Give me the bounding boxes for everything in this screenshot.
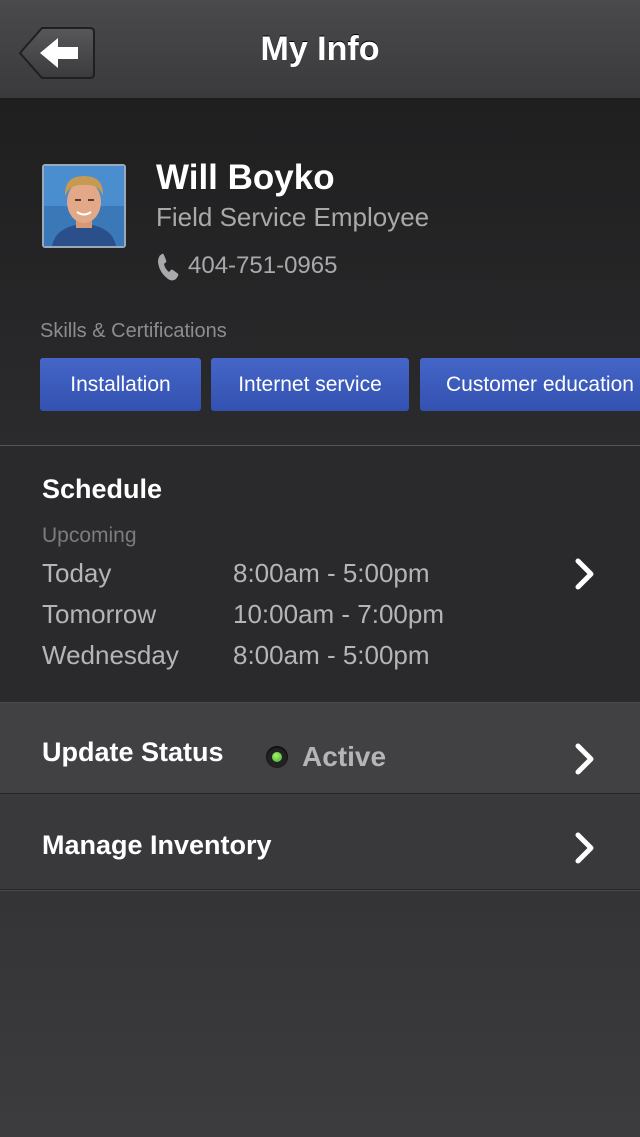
- schedule-section[interactable]: Schedule Upcoming Today 8:00am - 5:00pm …: [0, 446, 640, 702]
- status-value: Active: [302, 741, 387, 772]
- schedule-time: 10:00am - 7:00pm: [233, 599, 445, 629]
- avatar: [42, 164, 126, 248]
- schedule-title: Schedule: [42, 474, 163, 504]
- schedule-row: Wednesday 8:00am - 5:00pm: [42, 640, 602, 676]
- schedule-subtitle: Upcoming: [42, 524, 137, 547]
- schedule-row: Tomorrow 10:00am - 7:00pm: [42, 599, 602, 635]
- profile-card: Will Boyko Field Service Employee 404-75…: [0, 100, 640, 446]
- skill-chip-customer-education[interactable]: Customer education: [420, 358, 640, 411]
- schedule-day: Wednesday: [42, 640, 179, 670]
- skill-chip-installation[interactable]: Installation: [40, 358, 201, 411]
- schedule-time: 8:00am - 5:00pm: [233, 640, 430, 670]
- schedule-time: 8:00am - 5:00pm: [233, 558, 430, 588]
- empty-background: [0, 890, 640, 1137]
- chevron-right-icon: [574, 832, 596, 864]
- nav-bar: My Info: [0, 0, 640, 100]
- update-status-label: Update Status: [42, 737, 224, 767]
- manage-inventory-row[interactable]: Manage Inventory: [0, 798, 640, 890]
- chevron-right-icon: [574, 743, 596, 775]
- page-title: My Info: [260, 30, 380, 68]
- skills-chip-list: Installation Internet service Customer e…: [40, 358, 640, 412]
- update-status-row[interactable]: Update Status Active: [0, 702, 640, 794]
- phone-number: 404-751-0965: [188, 252, 338, 279]
- employee-name: Will Boyko: [156, 158, 335, 197]
- employee-role: Field Service Employee: [156, 202, 430, 232]
- manage-inventory-label: Manage Inventory: [42, 830, 272, 860]
- schedule-row: Today 8:00am - 5:00pm: [42, 558, 602, 594]
- skills-label: Skills & Certifications: [40, 320, 227, 342]
- phone-icon: [156, 252, 182, 282]
- back-arrow-icon: [18, 27, 95, 79]
- schedule-day: Tomorrow: [42, 599, 157, 629]
- status-indicator-icon: [266, 746, 288, 768]
- skill-chip-internet-service[interactable]: Internet service: [211, 358, 409, 411]
- back-button[interactable]: [18, 26, 96, 80]
- chevron-right-icon[interactable]: [574, 558, 596, 590]
- schedule-day: Today: [42, 558, 112, 588]
